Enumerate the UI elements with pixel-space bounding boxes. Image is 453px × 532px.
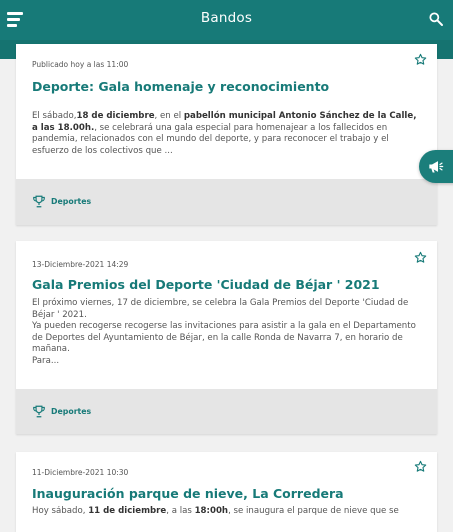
category-label: Deportes	[51, 197, 92, 206]
news-card[interactable]: 11-Diciembre-2021 10:30 Inauguración par…	[16, 452, 437, 532]
card-title[interactable]: Deporte: Gala homenaje y reconocimiento	[32, 79, 421, 94]
card-excerpt: El sábado,18 de diciembre, en el pabelló…	[32, 111, 417, 156]
search-icon[interactable]	[428, 11, 444, 27]
trophy-icon	[33, 405, 45, 418]
card-excerpt: El próximo viernes, 17 de diciembre, se …	[32, 298, 416, 366]
card-date: Publicado hoy a las 11:00	[32, 60, 129, 69]
category-tag[interactable]: Deportes	[32, 405, 91, 418]
star-outline-icon[interactable]	[414, 251, 427, 264]
megaphone-icon	[429, 161, 444, 173]
news-card[interactable]: Publicado hoy a las 11:00 Deporte: Gala …	[16, 44, 437, 225]
news-card[interactable]: 13-Diciembre-2021 14:29 Gala Premios del…	[16, 241, 437, 434]
card-date: 11-Diciembre-2021 10:30	[32, 468, 129, 477]
card-date: 13-Diciembre-2021 14:29	[32, 260, 129, 269]
trophy-icon	[33, 195, 45, 208]
card-footer: Deportes	[16, 179, 437, 225]
category-label: Deportes	[51, 407, 92, 416]
app-bar: Bandos	[0, 0, 453, 40]
card-title[interactable]: Inauguración parque de nieve, La Correde…	[32, 486, 421, 501]
announcements-button[interactable]	[419, 150, 453, 183]
card-footer: Deportes	[16, 389, 437, 434]
category-tag[interactable]: Deportes	[32, 195, 91, 208]
star-outline-icon[interactable]	[414, 53, 427, 66]
card-title[interactable]: Gala Premios del Deporte 'Ciudad de Béja…	[32, 277, 421, 292]
star-outline-icon[interactable]	[414, 460, 427, 473]
page-title: Bandos	[200, 10, 253, 26]
